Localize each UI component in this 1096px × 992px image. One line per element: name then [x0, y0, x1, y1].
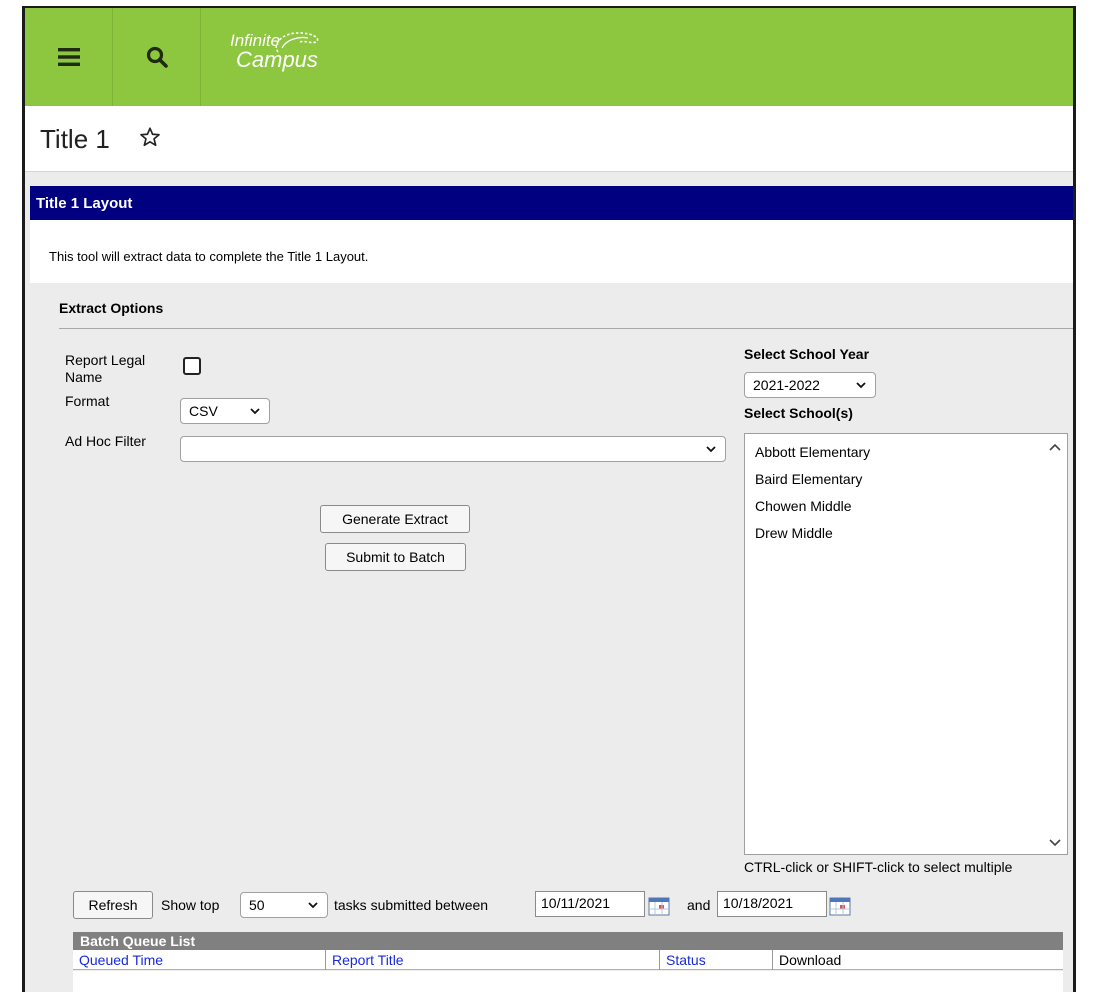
page-title-bar: Title 1	[25, 106, 1073, 172]
tool-description: This tool will extract data to complete …	[49, 249, 369, 264]
batch-queue-header: Batch Queue List	[73, 932, 1063, 950]
between-label: tasks submitted between	[334, 897, 489, 913]
report-legal-name-checkbox[interactable]	[183, 357, 201, 375]
extract-options-title: Extract Options	[59, 300, 164, 316]
chevron-down-icon	[307, 896, 319, 914]
infinite-campus-logo[interactable]: Infinite Campus	[230, 32, 319, 71]
school-year-label: Select School Year	[744, 346, 870, 362]
top-navigation-bar: Infinite Campus	[25, 8, 1073, 106]
chevron-down-icon	[855, 376, 867, 394]
show-top-value: 50	[249, 897, 265, 913]
submit-to-batch-button[interactable]: Submit to Batch	[325, 543, 466, 571]
school-option[interactable]: Baird Elementary	[755, 471, 862, 487]
scroll-down-icon[interactable]	[1049, 836, 1061, 848]
scroll-up-icon[interactable]	[1049, 442, 1061, 454]
chevron-down-icon	[249, 402, 261, 420]
school-option[interactable]: Drew Middle	[755, 525, 833, 541]
school-option[interactable]: Chowen Middle	[755, 498, 852, 514]
end-date-input[interactable]: 10/18/2021	[717, 891, 827, 917]
logo-swoosh-icon	[275, 32, 319, 53]
format-select-value: CSV	[189, 403, 218, 419]
menu-button[interactable]	[25, 8, 113, 106]
column-report-title[interactable]: Report Title	[326, 950, 660, 970]
calendar-icon[interactable]	[829, 896, 851, 916]
school-year-select[interactable]: 2021-2022	[744, 372, 876, 398]
report-legal-name-label-line-2: Name	[65, 369, 103, 385]
report-legal-name-label-line-1: Report Legal	[65, 352, 146, 368]
multi-select-hint: CTRL-click or SHIFT-click to select mult…	[744, 859, 1013, 875]
divider	[59, 328, 1073, 329]
batch-queue-columns: Queued Time Report Title Status Download	[73, 950, 1063, 970]
start-date-input[interactable]: 10/11/2021	[535, 891, 645, 917]
page-title: Title 1	[40, 124, 110, 154]
column-status[interactable]: Status	[660, 950, 773, 970]
app-window: Infinite Campus Title 1 Title 1 Layout T…	[22, 6, 1076, 992]
refresh-button[interactable]: Refresh	[73, 891, 153, 919]
ad-hoc-filter-select[interactable]	[180, 436, 726, 462]
column-queued-time[interactable]: Queued Time	[73, 950, 326, 970]
format-select[interactable]: CSV	[180, 398, 270, 424]
search-button[interactable]	[113, 8, 201, 106]
chevron-down-icon	[705, 440, 717, 458]
and-label: and	[687, 897, 711, 913]
show-top-label: Show top	[161, 897, 220, 913]
calendar-icon[interactable]	[648, 896, 670, 916]
show-top-select[interactable]: 50	[240, 892, 328, 918]
schools-label: Select School(s)	[744, 405, 853, 421]
school-year-value: 2021-2022	[753, 377, 820, 393]
star-outline-icon[interactable]	[139, 126, 161, 148]
ad-hoc-filter-label: Ad Hoc Filter	[65, 433, 146, 449]
school-option[interactable]: Abbott Elementary	[755, 444, 870, 460]
section-header: Title 1 Layout	[30, 186, 1073, 220]
column-download: Download	[779, 952, 842, 968]
hamburger-menu-icon	[57, 48, 80, 66]
batch-queue-body	[73, 971, 1063, 992]
report-legal-name-label: Report Legal Name	[65, 352, 145, 386]
generate-extract-button[interactable]: Generate Extract	[320, 505, 470, 533]
search-icon	[146, 46, 168, 68]
format-label: Format	[65, 393, 110, 409]
school-listbox[interactable]: Abbott Elementary Baird Elementary Chowe…	[744, 433, 1068, 855]
